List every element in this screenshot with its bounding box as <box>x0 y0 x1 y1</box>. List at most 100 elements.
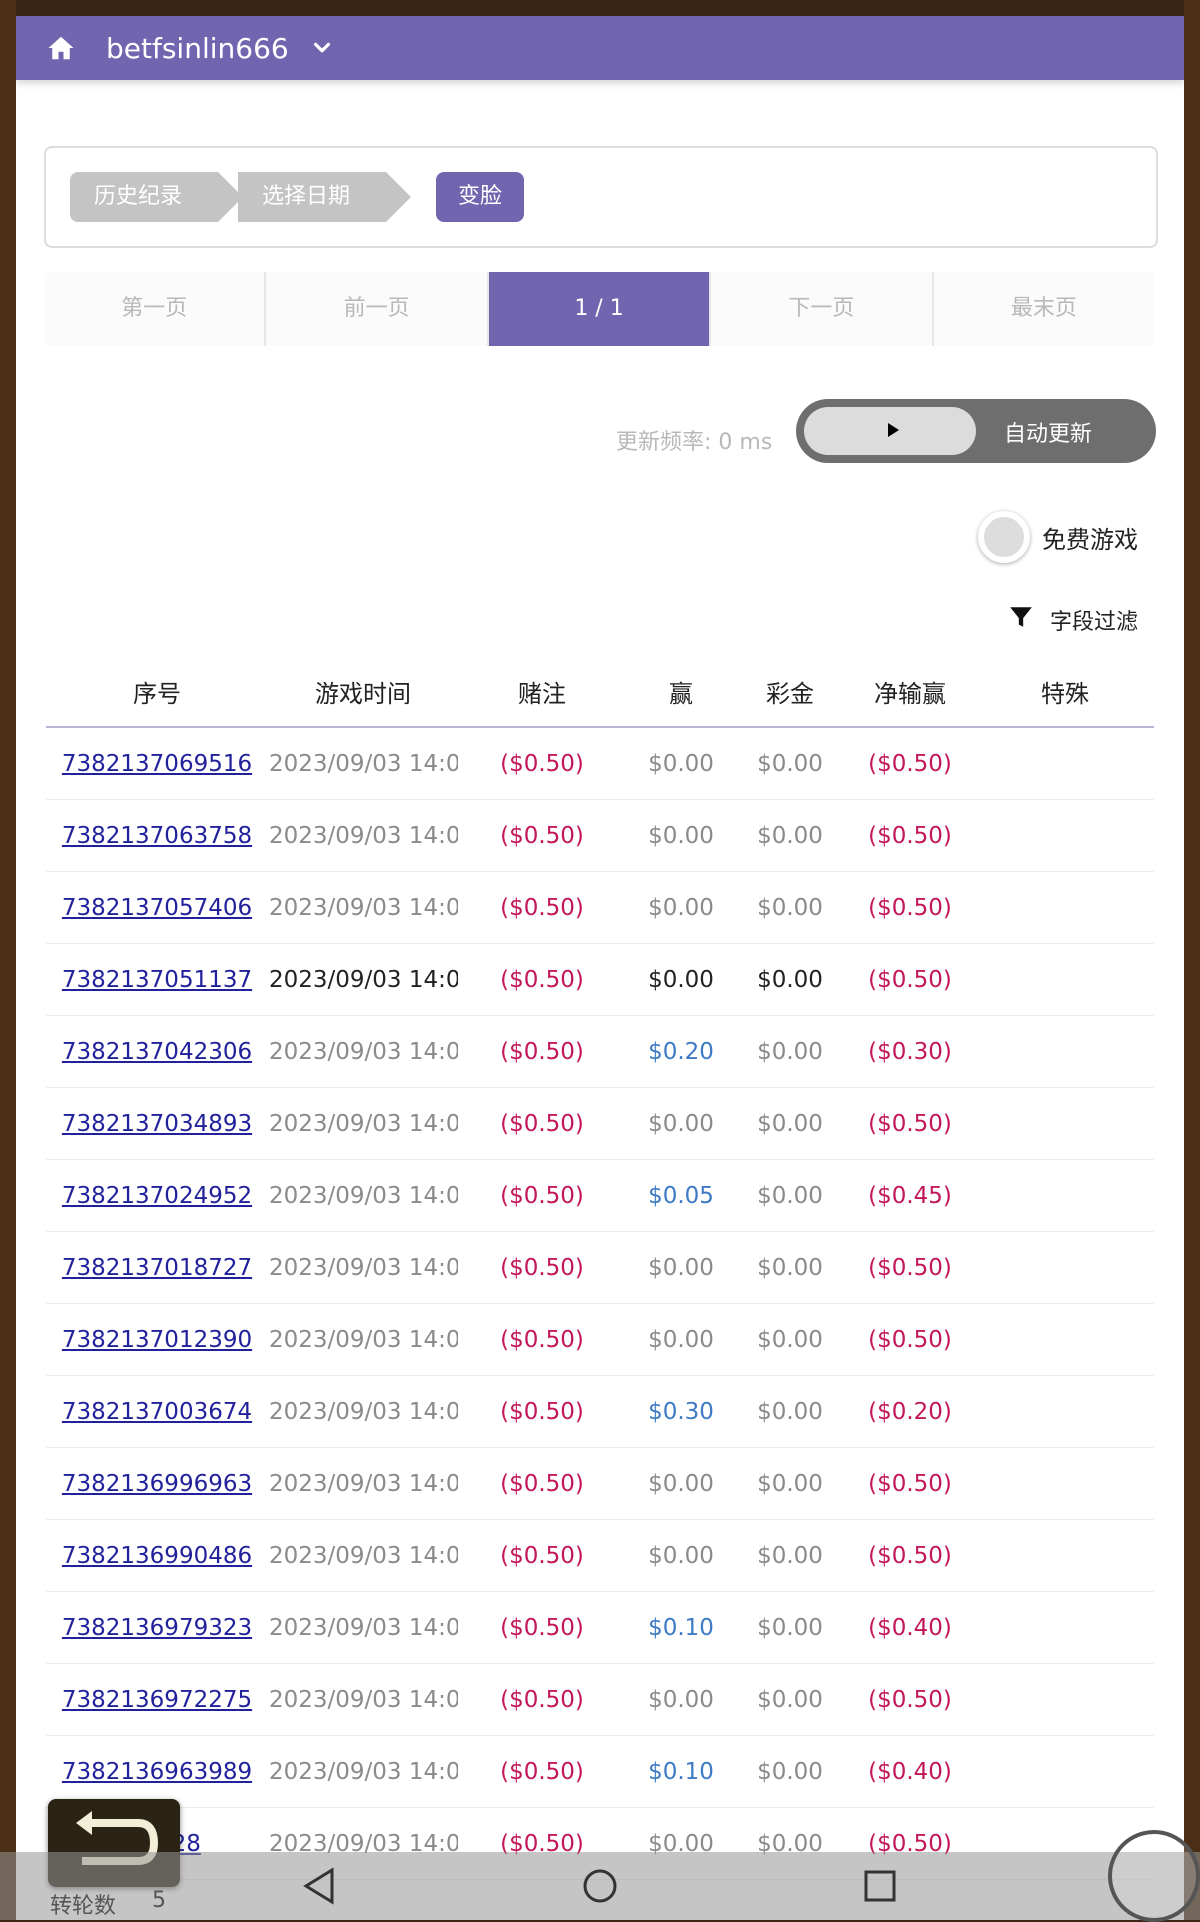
jackpot-cell: $0.00 <box>736 1087 844 1160</box>
bet-cell: ($0.50) <box>458 1591 626 1664</box>
record-id-link[interactable]: 7382137042306 <box>62 1039 252 1065</box>
system-navigation-bar <box>0 1852 1200 1920</box>
jackpot-cell: $0.00 <box>736 1159 844 1232</box>
game-time-cell: 2023/09/03 14:04:24 <box>268 1375 458 1448</box>
game-time-cell: 2023/09/03 14:04:15 <box>268 1519 458 1592</box>
record-id-link[interactable]: 7382137034893 <box>62 1111 252 1137</box>
net-cell: ($0.50) <box>844 1303 976 1376</box>
breadcrumb-history[interactable]: 历史纪录 <box>70 172 243 222</box>
win-cell: $0.00 <box>626 1303 736 1376</box>
game-time-cell: 2023/09/03 14:04:45 <box>268 1087 458 1160</box>
special-cell <box>976 1303 1154 1376</box>
win-cell: $0.00 <box>626 871 736 944</box>
toggle-knob[interactable] <box>804 407 976 455</box>
win-cell: $0.05 <box>626 1159 736 1232</box>
record-id-link[interactable]: 7382137018727 <box>62 1255 252 1281</box>
special-cell <box>976 727 1154 800</box>
record-id-link[interactable]: 7382137063758 <box>62 823 252 849</box>
nav-back-icon[interactable] <box>300 1866 338 1906</box>
net-cell: ($0.50) <box>844 1519 976 1592</box>
bet-cell: ($0.50) <box>458 799 626 872</box>
col-header-win[interactable]: 赢 <box>626 656 736 728</box>
record-id-cell: 7382137018727 <box>46 1231 268 1304</box>
record-id-cell: 7382136963989 <box>46 1735 268 1808</box>
record-id-link[interactable]: 7382137003674 <box>62 1399 252 1425</box>
floating-action-button[interactable] <box>1108 1830 1200 1922</box>
game-time-cell: 2023/09/03 14:05:04 <box>268 799 458 872</box>
col-header-jackpot[interactable]: 彩金 <box>736 656 844 728</box>
refresh-rate-label: 更新频率: 0 ms <box>616 430 773 455</box>
jackpot-cell: $0.00 <box>736 1447 844 1520</box>
record-id-link[interactable]: 7382136972275 <box>62 1687 252 1713</box>
background-left <box>0 0 16 1920</box>
net-cell: ($0.50) <box>844 1447 976 1520</box>
next-page-button[interactable]: 下一页 <box>711 272 934 346</box>
table-row: 73821370348932023/09/03 14:04:45($0.50)$… <box>46 1087 1154 1160</box>
net-cell: ($0.50) <box>844 1087 976 1160</box>
record-id-cell: 7382137034893 <box>46 1087 268 1160</box>
special-cell <box>976 1159 1154 1232</box>
field-filter-label[interactable]: 字段过滤 <box>1050 604 1138 636</box>
breadcrumb-select-date[interactable]: 选择日期 <box>238 172 411 222</box>
record-id-link[interactable]: 7382137012390 <box>62 1327 252 1353</box>
home-icon[interactable] <box>46 33 76 63</box>
net-cell: ($0.30) <box>844 1015 976 1088</box>
net-cell: ($0.50) <box>844 799 976 872</box>
nav-recents-icon[interactable] <box>862 1866 898 1906</box>
chevron-down-icon[interactable] <box>311 37 333 59</box>
nav-home-icon[interactable] <box>582 1866 618 1906</box>
record-id-link[interactable]: 7382136979323 <box>62 1615 252 1641</box>
jackpot-cell: $0.00 <box>736 1231 844 1304</box>
filter-icon[interactable] <box>1008 604 1034 630</box>
last-page-button[interactable]: 最末页 <box>933 272 1154 346</box>
record-id-cell: 7382137051137 <box>46 943 268 1016</box>
bet-cell: ($0.50) <box>458 1087 626 1160</box>
table-row: 73821369639892023/09/03 14:03:58($0.50)$… <box>46 1735 1154 1808</box>
jackpot-cell: $0.00 <box>736 871 844 944</box>
prev-page-button[interactable]: 前一页 <box>266 272 489 346</box>
record-id-link[interactable]: 7382137024952 <box>62 1183 252 1209</box>
current-page[interactable]: 1 / 1 <box>488 272 712 346</box>
game-time-cell: 2023/09/03 14:05:09 <box>268 727 458 800</box>
col-header-bet[interactable]: 赌注 <box>458 656 626 728</box>
table-row: 73821370123902023/09/03 14:04:30($0.50)$… <box>46 1303 1154 1376</box>
win-cell: $0.10 <box>626 1591 736 1664</box>
win-cell: $0.20 <box>626 1015 736 1088</box>
table-row: 73821370187272023/09/03 14:04:34($0.50)$… <box>46 1231 1154 1304</box>
record-id-link[interactable]: 7382136963989 <box>62 1759 252 1785</box>
history-panel: betfsinlin666 历史纪录 选择日期 变脸 第一页 前一页 1 / 1… <box>16 16 1184 1920</box>
breadcrumb-game[interactable]: 变脸 <box>436 172 525 222</box>
win-cell: $0.00 <box>626 799 736 872</box>
col-header-id[interactable]: 序号 <box>46 656 268 728</box>
col-header-time[interactable]: 游戏时间 <box>268 656 458 728</box>
game-time-cell: 2023/09/03 14:04:04 <box>268 1663 458 1736</box>
win-cell: $0.00 <box>626 1087 736 1160</box>
first-page-button[interactable]: 第一页 <box>44 272 267 346</box>
record-id-link[interactable]: 7382137051137 <box>62 967 252 993</box>
net-cell: ($0.50) <box>844 1663 976 1736</box>
jackpot-cell: $0.00 <box>736 1591 844 1664</box>
jackpot-cell: $0.00 <box>736 943 844 1016</box>
col-header-special[interactable]: 特殊 <box>976 656 1154 728</box>
record-id-link[interactable]: 7382137057406 <box>62 895 252 921</box>
free-game-radio[interactable] <box>978 511 1030 563</box>
record-id-link[interactable]: 7382136990486 <box>62 1543 252 1569</box>
record-id-link[interactable]: 7382137069516 <box>62 751 252 777</box>
record-id-link[interactable]: 7382136996963 <box>62 1471 252 1497</box>
table-row: 73821370511372023/09/03 14:04:55($0.50)$… <box>46 943 1154 1016</box>
bet-cell: ($0.50) <box>458 1663 626 1736</box>
win-cell: $0.00 <box>626 1231 736 1304</box>
game-time-cell: 2023/09/03 14:04:34 <box>268 1231 458 1304</box>
record-id-cell: 7382136979323 <box>46 1591 268 1664</box>
table-header-row: 序号 游戏时间 赌注 赢 彩金 净输赢 特殊 <box>46 656 1154 728</box>
special-cell <box>976 1087 1154 1160</box>
auto-refresh-toggle[interactable]: 自动更新 <box>796 399 1156 463</box>
win-cell: $0.10 <box>626 1735 736 1808</box>
bet-cell: ($0.50) <box>458 1303 626 1376</box>
bet-cell: ($0.50) <box>458 943 626 1016</box>
username-label[interactable]: betfsinlin666 <box>106 32 289 65</box>
col-header-net[interactable]: 净输赢 <box>844 656 976 728</box>
bet-cell: ($0.50) <box>458 1159 626 1232</box>
net-cell: ($0.45) <box>844 1159 976 1232</box>
bet-cell: ($0.50) <box>458 1519 626 1592</box>
